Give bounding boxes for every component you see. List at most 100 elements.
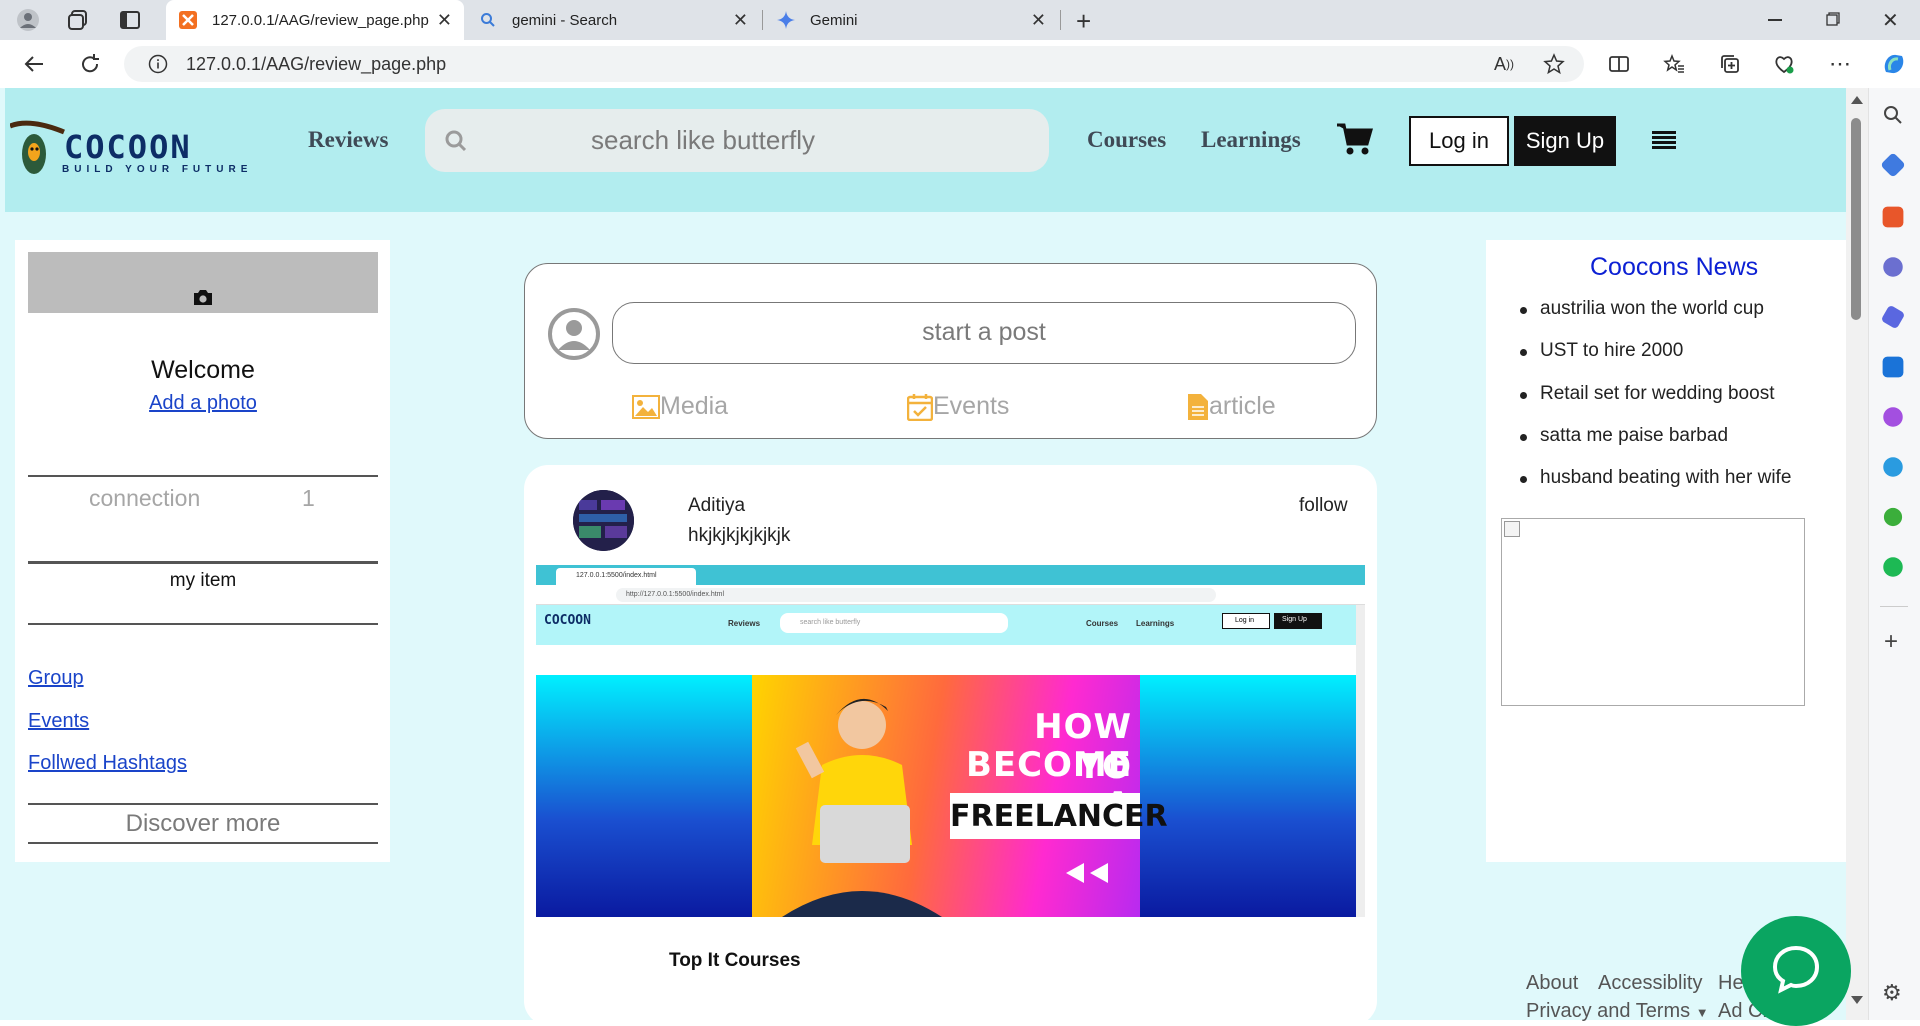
events-button[interactable]: Events — [907, 392, 1009, 421]
tab-divider — [1060, 10, 1061, 30]
search-icon — [478, 10, 498, 30]
chat-bubble-icon — [1772, 945, 1820, 994]
chat-button[interactable] — [1741, 916, 1851, 1026]
site-info-icon[interactable] — [144, 50, 172, 78]
spotify-icon[interactable] — [1883, 557, 1903, 577]
restore-icon[interactable] — [1826, 12, 1840, 26]
designer-icon[interactable] — [1883, 407, 1903, 427]
embedded-tab: 127.0.0.1:5500/index.html — [556, 568, 696, 585]
tab-actions-icon[interactable] — [118, 8, 142, 32]
user-avatar-icon[interactable] — [548, 308, 600, 360]
scroll-down-icon[interactable] — [1851, 996, 1863, 1004]
rewind-icon — [1062, 861, 1112, 885]
ad-image-placeholder[interactable] — [1501, 518, 1805, 706]
tab-title: Gemini — [810, 11, 858, 29]
media-label: Media — [660, 392, 729, 420]
footer-privacy-label: Privacy and Terms — [1526, 1000, 1691, 1022]
discover-more-button[interactable]: Discover more — [28, 810, 378, 838]
new-tab-icon[interactable]: + — [1076, 6, 1091, 37]
news-item[interactable]: satta me paise barbad — [1519, 425, 1728, 447]
embedded-urlbar: http://127.0.0.1:5500/index.html — [536, 585, 1365, 605]
close-tab-icon[interactable]: ✕ — [437, 10, 452, 31]
media-button[interactable]: Media — [632, 392, 728, 421]
post-text: hkjkjkjkjkjkjk — [688, 525, 791, 546]
workspaces-icon[interactable] — [66, 8, 90, 32]
read-aloud-icon[interactable]: A)) — [1490, 50, 1518, 78]
camera-icon[interactable] — [193, 288, 213, 306]
close-tab-icon[interactable]: ✕ — [1031, 10, 1046, 31]
nav-learnings[interactable]: Learnings — [1201, 127, 1301, 153]
more-options-icon[interactable]: ⋯ — [1826, 50, 1854, 78]
article-button[interactable]: article — [1187, 392, 1276, 421]
menu-icon[interactable] — [1652, 131, 1676, 149]
scroll-up-icon[interactable] — [1851, 96, 1863, 104]
post-author[interactable]: Aditiya — [688, 495, 745, 517]
tree-icon[interactable] — [1883, 507, 1903, 527]
tab-gemini[interactable]: Gemini ✕ — [764, 0, 1058, 40]
tab-review-page[interactable]: 127.0.0.1/AAG/review_page.php ✕ — [166, 0, 464, 40]
url-text[interactable]: 127.0.0.1/AAG/review_page.php — [186, 54, 446, 75]
start-post-placeholder[interactable]: start a post — [612, 318, 1356, 347]
telegram-icon[interactable] — [1883, 457, 1903, 477]
signup-button[interactable]: Sign Up — [1514, 116, 1616, 166]
freelancer-banner: HOW TO BECOME A FREELANCER — [752, 675, 1168, 917]
close-tab-icon[interactable]: ✕ — [733, 10, 748, 31]
document-icon — [1188, 393, 1208, 420]
browser-tab-bar: 127.0.0.1/AAG/review_page.php ✕ gemini -… — [0, 0, 1920, 40]
tab-divider — [762, 10, 763, 30]
broken-image-icon — [1504, 521, 1520, 537]
settings-icon[interactable]: ⚙ — [1882, 980, 1902, 1006]
collections-icon[interactable] — [1716, 50, 1744, 78]
post-image[interactable]: 127.0.0.1:5500/index.html http://127.0.0… — [536, 565, 1365, 917]
tab-title: gemini - Search — [512, 11, 618, 29]
back-icon[interactable] — [20, 50, 48, 78]
embedded-nav-courses: Courses — [1086, 619, 1119, 628]
favorites-icon[interactable] — [1660, 50, 1688, 78]
embedded-navbar: COCOON Reviews search like butterfly Cou… — [536, 605, 1356, 645]
embedded-login: Log in — [1222, 613, 1270, 629]
scrollbar-thumb[interactable] — [1851, 118, 1861, 320]
close-window-icon[interactable]: ✕ — [1882, 8, 1899, 33]
followed-hashtags-link[interactable]: Follwed Hashtags — [28, 752, 187, 775]
nav-courses[interactable]: Courses — [1087, 127, 1166, 153]
search-placeholder[interactable]: search like butterfly — [591, 125, 815, 156]
logo-name: COCOON — [64, 128, 192, 166]
group-link[interactable]: Group — [28, 667, 84, 690]
add-sidebar-app-icon[interactable]: + — [1884, 628, 1898, 656]
top-courses-heading: Top It Courses — [669, 950, 801, 971]
news-item[interactable]: austrilia won the world cup — [1520, 298, 1764, 320]
logo[interactable]: COCOON BUILD YOUR FUTURE — [10, 118, 247, 180]
footer-about-link[interactable]: About — [1526, 972, 1578, 995]
profile-icon[interactable] — [16, 8, 40, 32]
events-link[interactable]: Events — [28, 710, 89, 733]
author-avatar[interactable] — [573, 490, 634, 551]
events-label: Events — [933, 392, 1010, 420]
cocoon-logo-icon — [10, 120, 65, 174]
browser-essentials-icon[interactable] — [1770, 50, 1798, 78]
cart-icon[interactable] — [1337, 122, 1373, 156]
nav-reviews[interactable]: Reviews — [308, 127, 388, 153]
connection-label[interactable]: connection — [89, 485, 200, 512]
caret-down-icon: ▼ — [1695, 1005, 1709, 1020]
split-screen-icon[interactable] — [1605, 50, 1633, 78]
sidebar-search-icon[interactable] — [1882, 104, 1904, 126]
news-item[interactable]: Retail set for wedding boost — [1519, 383, 1774, 405]
embedded-nav-reviews: Reviews — [728, 619, 761, 628]
favorite-star-icon[interactable] — [1540, 50, 1568, 78]
my-item-link[interactable]: my item — [28, 570, 378, 592]
refresh-icon[interactable] — [76, 50, 104, 78]
tools-icon[interactable] — [1882, 206, 1904, 228]
divider — [28, 475, 378, 477]
footer-accessibility-link[interactable]: Accessiblity — [1598, 972, 1702, 995]
news-item[interactable]: husband beating with her wife — [1519, 467, 1791, 489]
news-item[interactable]: UST to hire 2000 — [1519, 340, 1683, 362]
follow-button[interactable]: follow — [1299, 495, 1348, 517]
minimize-icon[interactable] — [1768, 19, 1782, 21]
copilot-icon[interactable] — [1880, 50, 1908, 78]
tab-gemini-search[interactable]: gemini - Search ✕ — [466, 0, 760, 40]
games-icon[interactable] — [1883, 257, 1903, 277]
login-button[interactable]: Log in — [1409, 116, 1509, 166]
outlook-icon[interactable] — [1882, 356, 1904, 378]
add-photo-link[interactable]: Add a photo — [28, 392, 378, 415]
embedded-scrollbar — [1356, 605, 1365, 917]
